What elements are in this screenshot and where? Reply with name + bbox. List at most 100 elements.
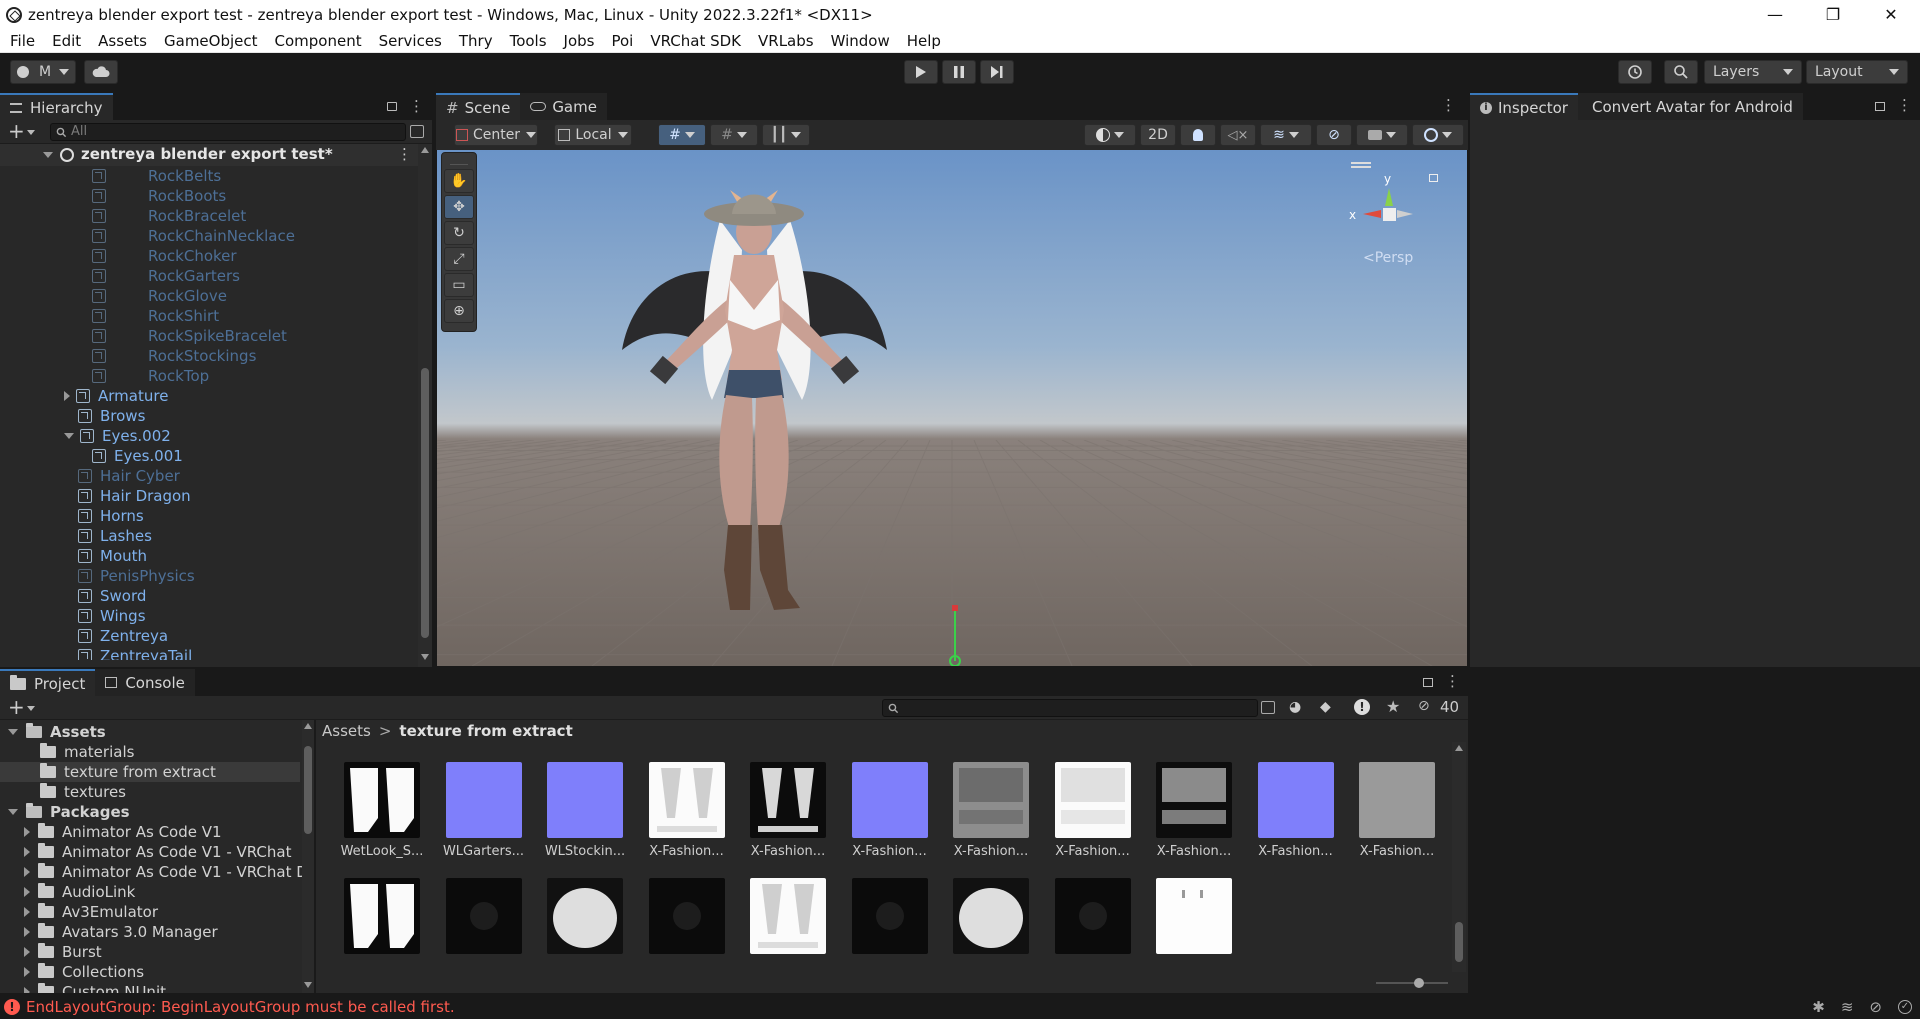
rect-tool-button[interactable]: ▭ bbox=[444, 273, 474, 297]
expand-arrow-icon[interactable] bbox=[24, 967, 30, 977]
gizmos-dropdown[interactable] bbox=[1412, 124, 1464, 146]
project-tree-item[interactable]: Assets bbox=[0, 722, 300, 742]
tree-scrollbar[interactable] bbox=[302, 720, 314, 993]
avatar-model[interactable] bbox=[602, 170, 902, 666]
pause-button[interactable] bbox=[942, 60, 976, 84]
project-tree-item[interactable]: Collections bbox=[0, 962, 300, 982]
scene-header-row[interactable]: zentreya blender export test* ⋮ bbox=[0, 144, 420, 166]
lock-icon[interactable] bbox=[1875, 102, 1885, 111]
scale-tool-button[interactable]: ⤢ bbox=[444, 247, 474, 271]
expand-arrow-icon[interactable] bbox=[24, 887, 30, 897]
effects-dropdown[interactable]: ≋ bbox=[1260, 124, 1312, 146]
hierarchy-scrollbar[interactable] bbox=[418, 144, 432, 667]
menu-item-poi[interactable]: Poi bbox=[601, 32, 640, 50]
asset-tile[interactable]: X-Fashion... bbox=[844, 762, 936, 862]
label-filter-icon[interactable]: ◆ bbox=[1320, 699, 1331, 715]
hierarchy-search-input[interactable]: All bbox=[50, 123, 406, 141]
layers-dropdown[interactable]: Layers bbox=[1704, 60, 1802, 84]
scene-visibility-toggle[interactable]: ⊘ bbox=[1316, 124, 1352, 146]
tree-scroll-thumb[interactable] bbox=[304, 746, 312, 834]
tab-scene[interactable]: # Scene bbox=[436, 93, 521, 120]
thumbnail-size-slider[interactable] bbox=[1376, 978, 1448, 988]
asset-tile[interactable]: X-Fashion... bbox=[1148, 762, 1240, 862]
hierarchy-item[interactable]: Lashes bbox=[0, 526, 418, 546]
expand-arrow-icon[interactable] bbox=[24, 867, 30, 877]
menu-item-gameobject[interactable]: GameObject bbox=[154, 32, 265, 50]
hierarchy-item[interactable]: Eyes.001 bbox=[0, 446, 418, 466]
layout-dropdown[interactable]: Layout bbox=[1806, 60, 1908, 84]
hierarchy-item[interactable]: RockTop bbox=[0, 366, 418, 386]
hierarchy-item[interactable]: RockSpikeBracelet bbox=[0, 326, 418, 346]
hierarchy-item[interactable]: Sword bbox=[0, 586, 418, 606]
more-options-icon[interactable]: ⋮ bbox=[1897, 96, 1912, 114]
asset-scrollbar[interactable] bbox=[1452, 742, 1466, 972]
project-tree-item[interactable]: Animator As Code V1 bbox=[0, 822, 300, 842]
expand-arrow-icon[interactable] bbox=[24, 927, 30, 937]
expand-arrow-icon[interactable] bbox=[64, 391, 70, 401]
space-local-dropdown[interactable]: Local bbox=[554, 124, 632, 146]
hierarchy-scroll-thumb[interactable] bbox=[421, 368, 429, 638]
expand-arrow-icon[interactable] bbox=[8, 729, 18, 735]
project-tree-item[interactable]: materials bbox=[0, 742, 300, 762]
hidden-packages-icon[interactable]: ⊘ bbox=[1418, 698, 1430, 714]
slider-handle[interactable] bbox=[1414, 978, 1424, 988]
tab-game[interactable]: Game bbox=[520, 93, 607, 120]
project-tree-item[interactable]: Avatars 3.0 Manager bbox=[0, 922, 300, 942]
hierarchy-item[interactable]: RockBoots bbox=[0, 186, 418, 206]
favorite-star-icon[interactable]: ★ bbox=[1386, 697, 1400, 716]
scene-options-icon[interactable]: ⋮ bbox=[397, 145, 412, 163]
hierarchy-item[interactable]: RockBelts bbox=[0, 166, 418, 186]
hierarchy-item[interactable]: Mouth bbox=[0, 546, 418, 566]
grid-snap-toggle[interactable]: # bbox=[658, 124, 706, 146]
asset-tile[interactable] bbox=[742, 878, 834, 968]
tab-convert-avatar[interactable]: Convert Avatar for Android bbox=[1577, 93, 1803, 120]
move-gizmo[interactable] bbox=[945, 605, 965, 666]
hierarchy-item[interactable]: Hair Cyber bbox=[0, 466, 418, 486]
gizmo-lock-icon[interactable] bbox=[1429, 174, 1438, 182]
expand-arrow-icon[interactable] bbox=[43, 152, 53, 158]
menu-item-thry[interactable]: Thry bbox=[449, 32, 500, 50]
hierarchy-item[interactable]: Brows bbox=[0, 406, 418, 426]
expand-arrow-icon[interactable] bbox=[8, 809, 18, 815]
search-by-type-icon[interactable] bbox=[1261, 701, 1275, 714]
mode-2d-toggle[interactable]: 2D bbox=[1140, 124, 1176, 146]
project-tree-item[interactable]: Packages bbox=[0, 802, 300, 822]
hierarchy-item[interactable]: ZentreyaTail bbox=[0, 646, 418, 660]
restore-button[interactable]: ❐ bbox=[1804, 0, 1862, 29]
menu-item-file[interactable]: File bbox=[0, 32, 42, 50]
move-tool-button[interactable]: ✥ bbox=[444, 195, 474, 219]
filter-type-icon[interactable]: ◕ bbox=[1289, 699, 1301, 715]
cache-server-icon[interactable]: ≋ bbox=[1841, 998, 1854, 1016]
lighting-toggle[interactable] bbox=[1180, 124, 1216, 146]
transform-tool-button[interactable]: ⊕ bbox=[444, 299, 474, 323]
hierarchy-item[interactable]: RockChoker bbox=[0, 246, 418, 266]
chevron-down-icon[interactable] bbox=[27, 130, 35, 135]
minimize-button[interactable]: — bbox=[1746, 0, 1804, 29]
cloud-button[interactable] bbox=[84, 60, 118, 84]
hand-tool-button[interactable]: ✋ bbox=[444, 169, 474, 193]
step-button[interactable] bbox=[980, 60, 1014, 84]
hierarchy-item[interactable]: RockBracelet bbox=[0, 206, 418, 226]
orientation-gizmo[interactable]: y x <Persp bbox=[1337, 158, 1457, 268]
hierarchy-item[interactable]: PenisPhysics bbox=[0, 566, 418, 586]
asset-tile[interactable] bbox=[336, 878, 428, 968]
scene-viewport[interactable]: ✋ ✥ ↻ ⤢ ▭ ⊕ y x <Persp bbox=[437, 150, 1467, 666]
search-button[interactable] bbox=[1664, 60, 1698, 84]
play-button[interactable] bbox=[904, 60, 938, 84]
menu-item-services[interactable]: Services bbox=[369, 32, 449, 50]
hierarchy-item[interactable]: RockStockings bbox=[0, 346, 418, 366]
account-dropdown[interactable]: M bbox=[10, 60, 76, 84]
close-button[interactable]: ✕ bbox=[1862, 0, 1920, 29]
breadcrumb-assets[interactable]: Assets bbox=[322, 722, 371, 740]
more-options-icon[interactable]: ⋮ bbox=[1441, 96, 1456, 114]
camera-dropdown[interactable] bbox=[1356, 124, 1408, 146]
menu-item-vrchat-sdk[interactable]: VRChat SDK bbox=[640, 32, 748, 50]
asset-tile[interactable] bbox=[438, 878, 530, 968]
menu-item-component[interactable]: Component bbox=[265, 32, 369, 50]
asset-tile[interactable] bbox=[844, 878, 936, 968]
hierarchy-item[interactable]: Zentreya bbox=[0, 626, 418, 646]
project-tree-item[interactable]: texture from extract bbox=[0, 762, 300, 782]
asset-tile[interactable]: WetLook_S... bbox=[336, 762, 428, 862]
expand-arrow-icon[interactable] bbox=[24, 827, 30, 837]
hierarchy-item[interactable]: Armature bbox=[0, 386, 418, 406]
